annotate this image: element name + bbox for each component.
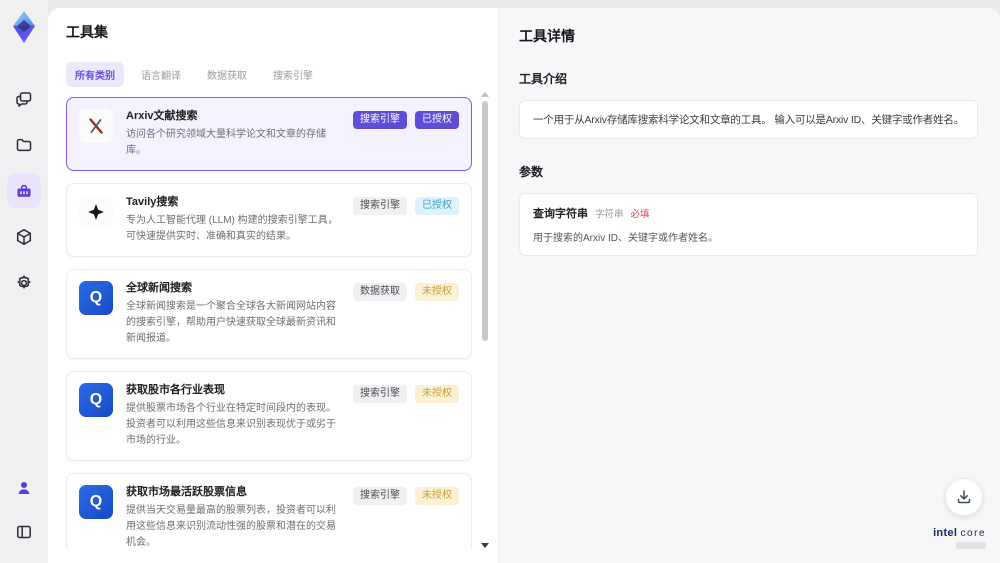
chat-icon <box>16 92 32 107</box>
auth-status-badge: 已授权 <box>415 197 459 215</box>
detail-title: 工具详情 <box>519 28 575 44</box>
sidebar-item-settings[interactable] <box>7 266 41 300</box>
auth-status-badge: 未授权 <box>415 385 459 403</box>
tools-panel: 工具集 所有类别 语言翻译 数据获取 搜索引擎 Arxiv文献搜索 访问各个研究… <box>48 8 498 563</box>
sidebar-item-tools[interactable] <box>7 174 41 208</box>
auth-status-badge: 已授权 <box>415 111 459 129</box>
gear-icon <box>17 275 31 289</box>
tool-list: Arxiv文献搜索 访问各个研究领域大量科学论文和文章的存储库。 搜索引擎 已授… <box>66 97 498 549</box>
brand-badge-bar <box>956 542 986 549</box>
user-icon <box>18 482 30 494</box>
category-badge: 数据获取 <box>353 283 407 301</box>
sidebar-nav <box>7 82 41 300</box>
app-sidebar <box>0 0 48 563</box>
scroll-up-arrow-icon[interactable] <box>481 92 489 97</box>
auth-status-badge: 未授权 <box>415 283 459 301</box>
tool-detail-panel: 工具详情 工具介绍 一个用于从Arxiv存储库搜索科学论文和文章的工具。 输入可… <box>498 8 1000 563</box>
user-avatar-button[interactable] <box>7 471 41 505</box>
tab-all-categories[interactable]: 所有类别 <box>66 62 124 87</box>
blue-q-logo-icon: Q <box>79 383 113 417</box>
params-heading: 参数 <box>519 165 544 179</box>
tool-description: 专为人工智能代理 (LLM) 构建的搜索引擎工具，可快速提供实时、准确和真实的结… <box>126 215 338 242</box>
tab-language-translation[interactable]: 语言翻译 <box>132 62 190 87</box>
download-icon <box>957 490 971 504</box>
intro-text: 一个用于从Arxiv存储库搜索科学论文和文章的工具。 输入可以是Arxiv ID… <box>533 114 964 126</box>
tool-description: 提供股票市场各个行业在特定时间段内的表现。投资者可以利用这些信息来识别表现优于或… <box>126 403 336 446</box>
sidebar-item-files[interactable] <box>7 128 41 162</box>
panel-toggle-icon <box>17 525 31 539</box>
sidebar-item-packages[interactable] <box>7 220 41 254</box>
main-content: 工具集 所有类别 语言翻译 数据获取 搜索引擎 Arxiv文献搜索 访问各个研究… <box>48 8 1000 563</box>
sidebar-item-chat[interactable] <box>7 82 41 116</box>
auth-status-badge: 未授权 <box>415 487 459 505</box>
app-logo <box>9 10 39 44</box>
tool-card-most-active-stocks[interactable]: Q 获取市场最活跃股票信息 提供当天交易量最高的股票列表，投资者可以利用这些信息… <box>66 473 472 549</box>
category-tabs: 所有类别 语言翻译 数据获取 搜索引擎 <box>66 62 498 87</box>
tool-card-sector-performance[interactable]: Q 获取股市各行业表现 提供股票市场各个行业在特定时间段内的表现。投资者可以利用… <box>66 371 472 461</box>
folder-icon <box>16 138 32 152</box>
tool-title: Arxiv文献搜索 <box>126 110 198 122</box>
brand-intel: intel <box>933 527 958 539</box>
category-badge: 搜索引擎 <box>353 487 407 505</box>
panel-toggle-button[interactable] <box>7 515 41 549</box>
tool-title: Tavily搜索 <box>126 196 179 208</box>
param-box: 查询字符串 字符串 必填 用于搜索的Arxiv ID、关键字或作者姓名。 <box>519 193 978 256</box>
sparkle-logo-icon <box>79 195 113 229</box>
param-required-badge: 必填 <box>630 209 650 220</box>
blue-q-logo-icon: Q <box>79 281 113 315</box>
category-badge: 搜索引擎 <box>353 197 407 215</box>
brand-core: core <box>960 528 986 539</box>
tool-card-global-news[interactable]: Q 全球新闻搜索 全球新闻搜索是一个聚合全球各大新闻网站内容的搜索引擎，帮助用户… <box>66 269 472 359</box>
tool-description: 访问各个研究领域大量科学论文和文章的存储库。 <box>126 129 326 156</box>
category-badge: 搜索引擎 <box>353 111 407 129</box>
intro-box: 一个用于从Arxiv存储库搜索科学论文和文章的工具。 输入可以是Arxiv ID… <box>519 100 978 139</box>
tab-search-engine[interactable]: 搜索引擎 <box>264 62 322 87</box>
diamond-gem-icon <box>13 11 35 43</box>
param-type: 字符串 <box>595 209 624 220</box>
scroll-down-arrow-icon[interactable] <box>481 543 489 548</box>
param-description: 用于搜索的Arxiv ID、关键字或作者姓名。 <box>533 233 718 244</box>
tool-card-arxiv[interactable]: Arxiv文献搜索 访问各个研究领域大量科学论文和文章的存储库。 搜索引擎 已授… <box>66 97 472 171</box>
tool-title: 获取市场最活跃股票信息 <box>126 486 247 498</box>
blue-q-logo-icon: Q <box>79 485 113 519</box>
tool-title: 获取股市各行业表现 <box>126 384 225 396</box>
tab-data-fetch[interactable]: 数据获取 <box>198 62 256 87</box>
list-scrollbar <box>481 92 489 556</box>
intro-heading: 工具介绍 <box>519 72 568 86</box>
download-button[interactable] <box>945 478 983 516</box>
tool-card-tavily[interactable]: Tavily搜索 专为人工智能代理 (LLM) 构建的搜索引擎工具，可快速提供实… <box>66 183 472 257</box>
scrollbar-thumb[interactable] <box>482 101 488 341</box>
param-name: 查询字符串 <box>533 208 588 220</box>
tool-title: 全球新闻搜索 <box>126 282 192 294</box>
tool-description: 提供当天交易量最高的股票列表，投资者可以利用这些信息来识别流动性强的股票和潜在的… <box>126 505 336 548</box>
arxiv-logo-icon <box>79 109 113 143</box>
intel-core-brand: intel core <box>933 527 986 549</box>
package-icon <box>16 229 32 245</box>
tool-description: 全球新闻搜索是一个聚合全球各大新闻网站内容的搜索引擎，帮助用户快速获取全球最新资… <box>126 301 336 344</box>
category-badge: 搜索引擎 <box>353 385 407 403</box>
page-title: 工具集 <box>66 24 108 40</box>
toolbox-icon <box>17 184 31 197</box>
sidebar-bottom <box>7 471 41 549</box>
